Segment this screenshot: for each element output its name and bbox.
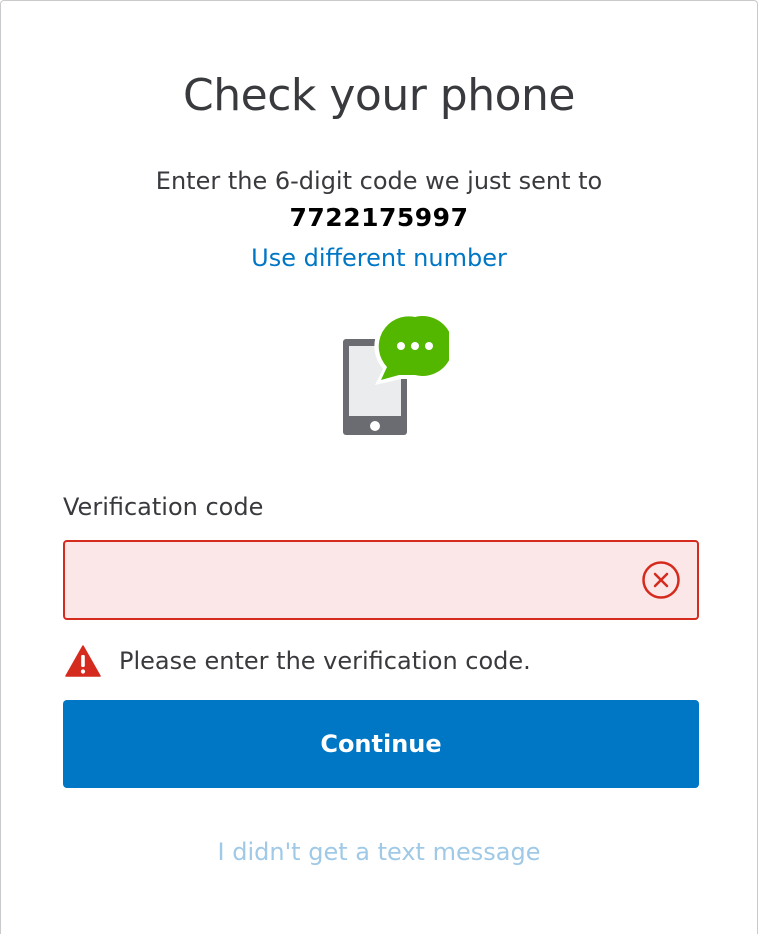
verification-code-label: Verification code <box>63 493 264 521</box>
verification-card: Check your phone Enter the 6-digit code … <box>0 0 758 934</box>
bubble-dot-1 <box>397 342 405 350</box>
clear-circle-x-icon[interactable] <box>641 560 681 600</box>
verification-code-field <box>63 540 699 620</box>
no-text-message-link[interactable]: I didn't get a text message <box>1 835 757 869</box>
bubble-dot-3 <box>425 342 433 350</box>
warning-triangle-icon <box>65 645 101 677</box>
page-title: Check your phone <box>183 70 575 121</box>
error-message: Please enter the verification code. <box>119 647 531 675</box>
phone-message-icon <box>341 312 458 437</box>
phone-number: 7722175997 <box>289 203 469 232</box>
verification-code-input[interactable] <box>65 542 625 618</box>
error-message-row: Please enter the verification code. <box>65 641 531 681</box>
instruction-text: Enter the 6-digit code we just sent to <box>155 167 603 195</box>
continue-button[interactable]: Continue <box>63 700 699 788</box>
phone-home-button-shape <box>370 421 380 431</box>
use-different-number-link[interactable]: Use different number <box>1 241 757 275</box>
bubble-dot-2 <box>411 342 419 350</box>
